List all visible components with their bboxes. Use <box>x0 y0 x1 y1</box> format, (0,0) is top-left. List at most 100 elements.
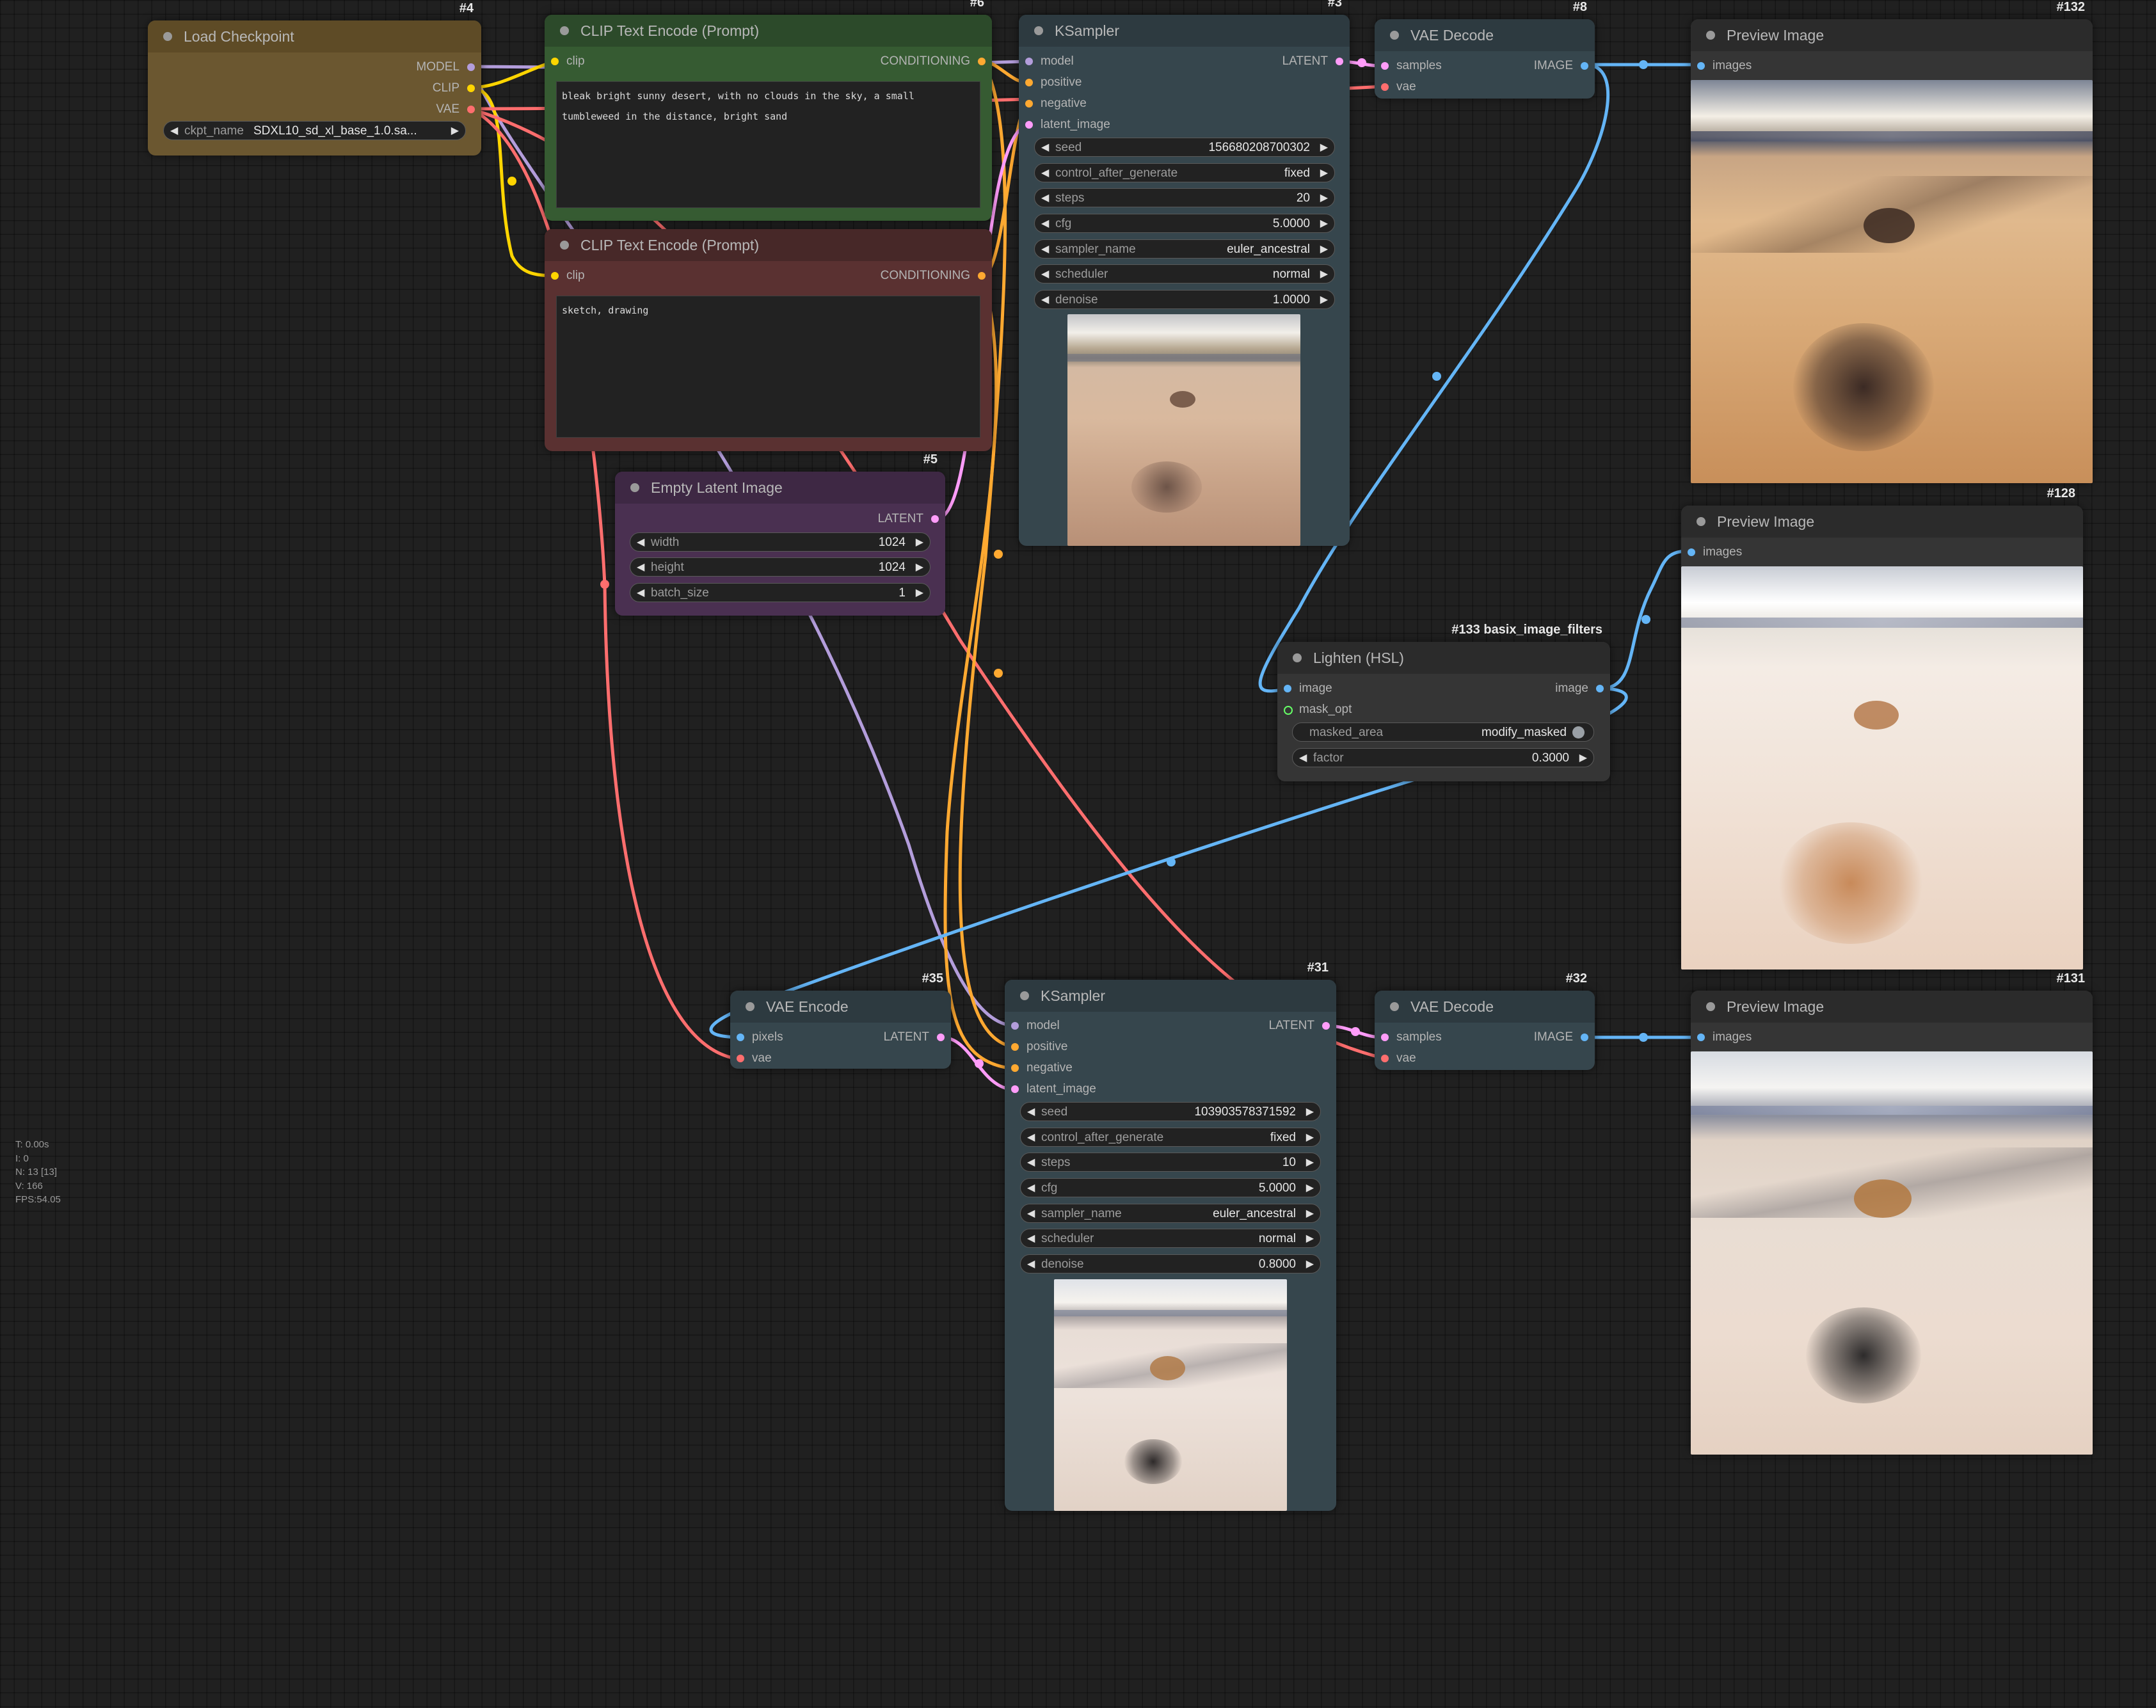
load-checkpoint-node[interactable]: #4 Load Checkpoint MODEL CLIP VAE ◀ ckpt… <box>148 1 481 156</box>
collapse-dot-icon[interactable] <box>1293 653 1302 662</box>
preview-image-node[interactable]: #132 Preview Image images <box>1691 0 2093 483</box>
input-images[interactable]: images <box>1697 1031 1752 1044</box>
toggle-knob-icon[interactable] <box>1572 726 1585 738</box>
arrow-right-icon[interactable]: ▶ <box>916 558 923 577</box>
output-dot-icon[interactable] <box>978 272 986 280</box>
input-latent-image[interactable]: latent_image <box>1011 1083 1096 1096</box>
input-image[interactable]: image <box>1284 682 1332 695</box>
arrow-left-icon[interactable]: ◀ <box>637 558 644 577</box>
input-images[interactable]: images <box>1688 546 1742 559</box>
arrow-left-icon[interactable]: ◀ <box>637 533 644 552</box>
collapse-dot-icon[interactable] <box>560 26 569 35</box>
input-negative[interactable]: negative <box>1011 1062 1073 1074</box>
output-dot-icon[interactable] <box>467 106 475 113</box>
input-dot-icon[interactable] <box>1381 83 1389 91</box>
node-header[interactable]: VAE Decode <box>1375 19 1595 51</box>
masked-area-toggle[interactable]: masked_area modify_masked <box>1292 722 1594 742</box>
input-dot-icon[interactable] <box>1011 1064 1019 1072</box>
collapse-dot-icon[interactable] <box>630 483 639 492</box>
input-vae[interactable]: vae <box>737 1052 772 1065</box>
ksampler-node[interactable]: #3 KSampler model positive negative late… <box>1019 0 1350 546</box>
input-model[interactable]: model <box>1025 55 1074 68</box>
input-dot-icon[interactable] <box>1697 62 1705 70</box>
input-dot-icon[interactable] <box>1025 121 1033 129</box>
arrow-right-icon[interactable]: ▶ <box>1306 1204 1314 1224</box>
input-vae[interactable]: vae <box>1381 1052 1416 1065</box>
node-header[interactable]: KSampler <box>1005 980 1336 1012</box>
output-dot-icon[interactable] <box>1581 1034 1588 1041</box>
arrow-right-icon[interactable]: ▶ <box>1320 189 1328 208</box>
arrow-right-icon[interactable]: ▶ <box>1306 1179 1314 1198</box>
arrow-right-icon[interactable]: ▶ <box>1320 214 1328 234</box>
seed-widget[interactable]: ◀ seed 156680208700302 ▶ <box>1034 138 1335 157</box>
wire-lighten-to-preview128[interactable] <box>1599 549 1691 690</box>
collapse-dot-icon[interactable] <box>163 32 172 41</box>
output-image[interactable]: IMAGE <box>1534 1031 1588 1044</box>
clip-text-encode-negative-node[interactable]: CLIP Text Encode (Prompt) clip CONDITION… <box>545 229 992 451</box>
node-header[interactable]: VAE Encode <box>730 991 951 1023</box>
input-dot-icon[interactable] <box>737 1055 744 1062</box>
vae-encode-node[interactable]: #35 VAE Encode pixels vae LATENT <box>730 971 951 1069</box>
arrow-right-icon[interactable]: ▶ <box>1579 749 1587 768</box>
node-header[interactable]: Preview Image <box>1681 506 2083 538</box>
scheduler-widget[interactable]: ◀ scheduler normal ▶ <box>1034 264 1335 283</box>
output-vae[interactable]: VAE <box>436 103 475 116</box>
arrow-left-icon[interactable]: ◀ <box>1041 240 1049 259</box>
arrow-right-icon[interactable]: ▶ <box>1306 1153 1314 1172</box>
collapse-dot-icon[interactable] <box>1020 991 1029 1000</box>
collapse-dot-icon[interactable] <box>1706 31 1715 40</box>
collapse-dot-icon[interactable] <box>1697 517 1705 526</box>
arrow-left-icon[interactable]: ◀ <box>170 122 178 141</box>
input-model[interactable]: model <box>1011 1019 1060 1032</box>
arrow-left-icon[interactable]: ◀ <box>1027 1255 1035 1274</box>
input-samples[interactable]: samples <box>1381 60 1442 72</box>
output-latent[interactable]: LATENT <box>1269 1019 1330 1032</box>
batch-size-widget[interactable]: ◀ batch_size 1 ▶ <box>630 583 930 602</box>
input-dot-icon[interactable] <box>1011 1043 1019 1051</box>
arrow-right-icon[interactable]: ▶ <box>1320 164 1328 183</box>
input-samples[interactable]: samples <box>1381 1031 1442 1044</box>
arrow-right-icon[interactable]: ▶ <box>1320 291 1328 310</box>
node-header[interactable]: KSampler <box>1019 15 1350 47</box>
arrow-left-icon[interactable]: ◀ <box>1027 1128 1035 1147</box>
output-dot-icon[interactable] <box>978 58 986 65</box>
collapse-dot-icon[interactable] <box>1706 1002 1715 1011</box>
input-clip[interactable]: clip <box>551 269 585 282</box>
output-image[interactable]: IMAGE <box>1534 60 1588 72</box>
arrow-left-icon[interactable]: ◀ <box>1041 265 1049 284</box>
input-dot-icon[interactable] <box>1011 1022 1019 1030</box>
arrow-left-icon[interactable]: ◀ <box>1027 1103 1035 1122</box>
ckpt-name-combo[interactable]: ◀ ckpt_name SDXL10_sd_xl_base_1.0.sa... … <box>163 121 466 140</box>
node-header[interactable]: Lighten (HSL) <box>1277 642 1610 674</box>
node-header[interactable]: VAE Decode <box>1375 991 1595 1023</box>
collapse-dot-icon[interactable] <box>746 1002 755 1011</box>
arrow-left-icon[interactable]: ◀ <box>1027 1153 1035 1172</box>
sampler-name-widget[interactable]: ◀ sampler_name euler_ancestral ▶ <box>1034 239 1335 259</box>
input-clip[interactable]: clip <box>551 55 585 68</box>
node-graph-canvas[interactable]: #4 Load Checkpoint MODEL CLIP VAE ◀ ckpt… <box>0 0 2156 1708</box>
collapse-dot-icon[interactable] <box>1034 26 1043 35</box>
prompt-textarea[interactable]: sketch, drawing <box>556 296 980 438</box>
arrow-right-icon[interactable]: ▶ <box>916 533 923 552</box>
input-positive[interactable]: positive <box>1025 76 1082 89</box>
height-widget[interactable]: ◀ height 1024 ▶ <box>630 557 930 577</box>
output-latent[interactable]: LATENT <box>884 1031 945 1044</box>
preview-image-node[interactable]: #131 Preview Image images <box>1691 971 2093 1455</box>
arrow-left-icon[interactable]: ◀ <box>1041 138 1049 157</box>
output-conditioning[interactable]: CONDITIONING <box>881 269 986 282</box>
input-dot-icon[interactable] <box>551 272 559 280</box>
arrow-left-icon[interactable]: ◀ <box>1041 291 1049 310</box>
arrow-right-icon[interactable]: ▶ <box>1306 1128 1314 1147</box>
clip-text-encode-positive-node[interactable]: #6 CLIP Text Encode (Prompt) clip CONDIT… <box>545 0 992 221</box>
input-dot-icon[interactable] <box>1697 1034 1705 1041</box>
input-dot-icon[interactable] <box>737 1034 744 1041</box>
arrow-right-icon[interactable]: ▶ <box>916 584 923 603</box>
sampler-name-widget[interactable]: ◀ sampler_name euler_ancestral ▶ <box>1020 1204 1321 1223</box>
input-images[interactable]: images <box>1697 60 1752 72</box>
output-dot-icon[interactable] <box>1322 1022 1330 1030</box>
arrow-right-icon[interactable]: ▶ <box>1306 1103 1314 1122</box>
input-mask-opt[interactable]: mask_opt <box>1284 703 1352 716</box>
arrow-right-icon[interactable]: ▶ <box>1320 138 1328 157</box>
arrow-right-icon[interactable]: ▶ <box>1306 1229 1314 1249</box>
input-vae[interactable]: vae <box>1381 81 1416 93</box>
